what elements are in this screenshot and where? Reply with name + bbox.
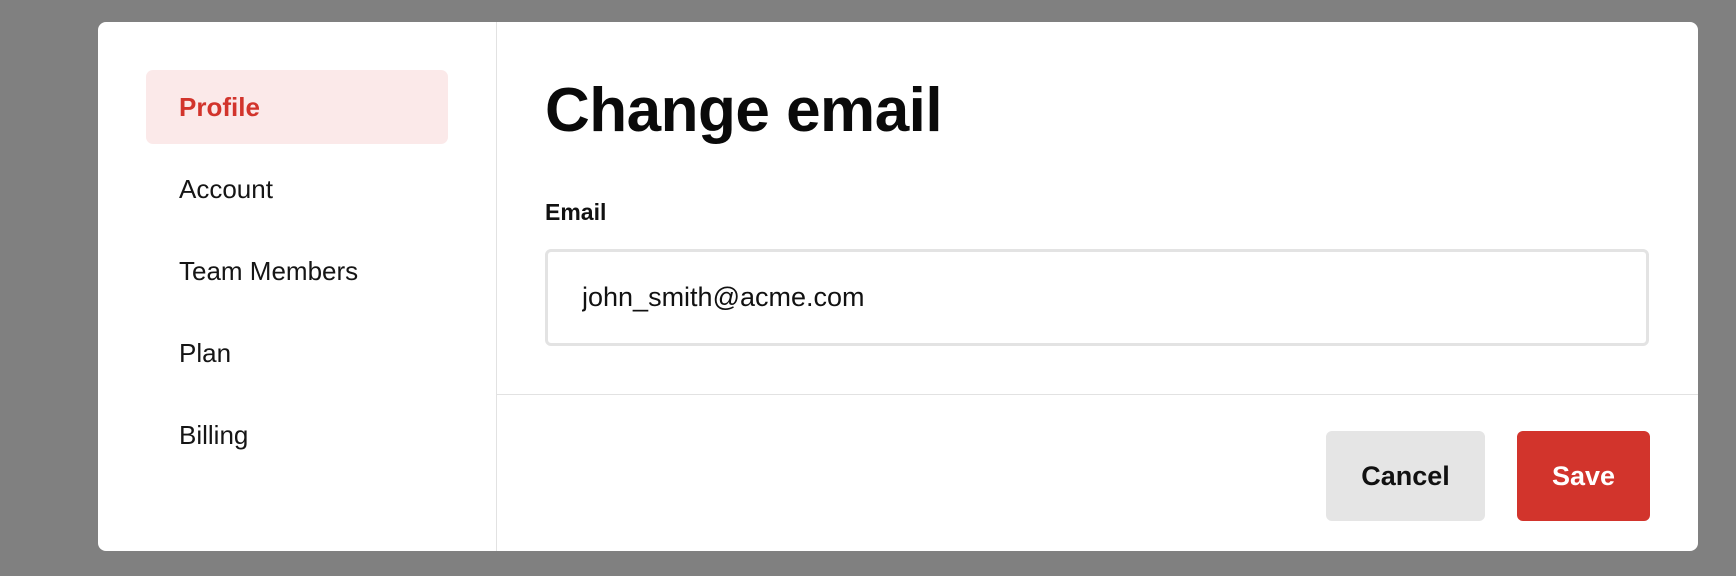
sidebar-item-team-members[interactable]: Team Members	[146, 234, 448, 308]
sidebar-item-profile[interactable]: Profile	[146, 70, 448, 144]
main-panel: Change email Email Cancel Save	[497, 22, 1698, 551]
settings-sidebar: Profile Account Team Members Plan Billin…	[98, 22, 497, 551]
email-form: Change email Email	[497, 22, 1698, 395]
sidebar-item-label: Account	[179, 173, 273, 204]
sidebar-item-billing[interactable]: Billing	[146, 398, 448, 472]
email-field[interactable]	[545, 249, 1649, 346]
save-button[interactable]: Save	[1517, 431, 1650, 521]
sidebar-item-plan[interactable]: Plan	[146, 316, 448, 390]
sidebar-item-label: Billing	[179, 419, 249, 450]
dialog-footer: Cancel Save	[497, 395, 1698, 551]
sidebar-item-account[interactable]: Account	[146, 152, 448, 226]
sidebar-item-label: Team Members	[179, 255, 359, 286]
email-label: Email	[545, 199, 607, 225]
page-title: Change email	[545, 76, 943, 145]
settings-dialog: Profile Account Team Members Plan Billin…	[98, 22, 1698, 551]
sidebar-item-label: Plan	[179, 337, 232, 368]
sidebar-item-label: Profile	[179, 91, 260, 122]
cancel-button[interactable]: Cancel	[1326, 431, 1485, 521]
